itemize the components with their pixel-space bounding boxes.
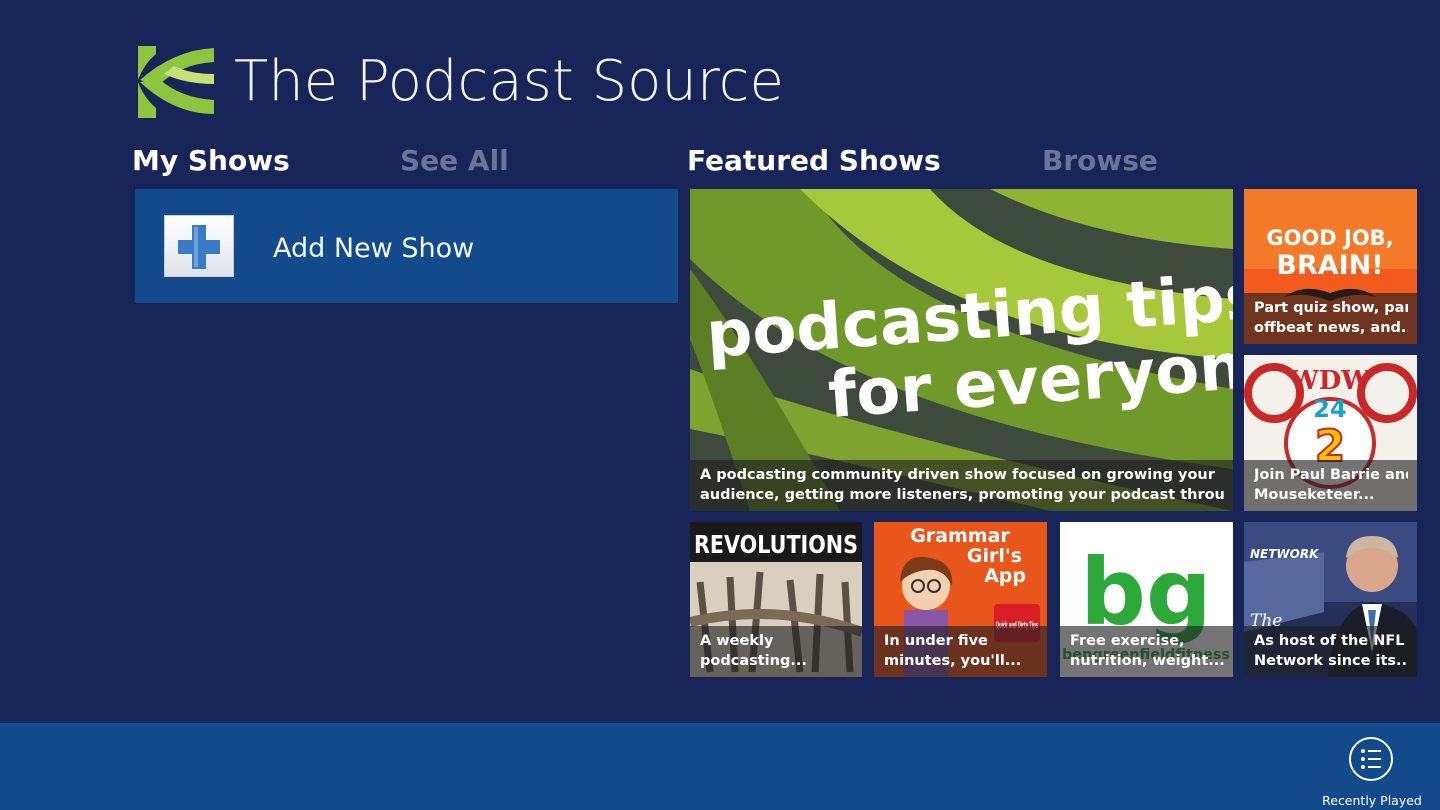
- podcast-source-logo-icon: [138, 46, 214, 118]
- tile-caption: As host of the NFL Network since its...: [1244, 626, 1417, 677]
- tile-caption: Part quiz show, part offbeat news, and..…: [1244, 293, 1417, 344]
- list-icon: [1349, 737, 1393, 781]
- tile-caption: A podcasting community driven show focus…: [690, 460, 1233, 511]
- caption-line-1: As host of the NFL: [1254, 633, 1405, 649]
- caption-line-1: In under five: [884, 633, 988, 649]
- caption-line-1: Part quiz show, part: [1254, 300, 1408, 316]
- plus-icon: [164, 215, 234, 277]
- featured-shows-header[interactable]: Featured Shows: [687, 142, 941, 180]
- caption-line-1: A weekly: [700, 633, 774, 649]
- caption-line-1: A podcasting community driven show focus…: [700, 467, 1215, 483]
- browse-link[interactable]: Browse: [1042, 142, 1158, 180]
- caption-line-2: minutes, you'll...: [884, 653, 1022, 669]
- grammar-girl-art-text-1: Grammar: [910, 525, 1010, 547]
- app-bar: Recently Played: [0, 721, 1440, 810]
- recently-played-button[interactable]: Recently Played: [1318, 735, 1426, 808]
- good-job-brain-art-text-1: GOOD JOB,: [1266, 226, 1393, 250]
- nfl-art-text-1: NETWORK: [1250, 547, 1320, 561]
- tile-caption: A weekly podcasting...: [690, 626, 862, 677]
- caption-line-2: Mouseketeer...: [1254, 487, 1375, 503]
- caption-line-1: Join Paul Barrie and: [1254, 467, 1408, 483]
- caption-line-2: Network since its...: [1254, 653, 1408, 669]
- see-all-link[interactable]: See All: [400, 142, 509, 180]
- featured-tile-good-job-brain[interactable]: GOOD JOB, BRAIN! Part quiz show, part of…: [1244, 189, 1417, 344]
- caption-line-2: podcasting...: [700, 653, 807, 669]
- revolutions-art-text: REVOLUTIONS: [694, 530, 858, 559]
- grammar-girl-art-text-2: Girl's: [967, 545, 1022, 567]
- my-shows-header[interactable]: My Shows: [132, 142, 290, 180]
- tile-caption: In under five minutes, you'll...: [874, 626, 1047, 677]
- caption-line-2: nutrition, weight...: [1070, 653, 1224, 669]
- featured-tile-podcasting-tips[interactable]: podcasting tips for everyone A podcastin…: [690, 189, 1233, 511]
- featured-tile-ben-greenfield[interactable]: bg bengreenfieldfitness Free exercise, n…: [1060, 522, 1233, 677]
- wdw-art-text-1: WDW: [1289, 366, 1372, 396]
- tile-caption: Free exercise, nutrition, weight...: [1060, 626, 1233, 677]
- featured-tile-wdw-radio[interactable]: WDW 24 2 Join Paul Barrie and Mouseketee…: [1244, 355, 1417, 511]
- add-new-show-label: Add New Show: [273, 233, 475, 264]
- wdw-art-text-2: 24: [1313, 395, 1346, 423]
- app-title: The Podcast Source: [234, 49, 784, 114]
- featured-tile-nfl-network[interactable]: NETWORK The As host of the NFL Network s…: [1244, 522, 1417, 677]
- recently-played-label: Recently Played: [1322, 793, 1422, 808]
- caption-line-2: offbeat news, and...: [1254, 320, 1408, 336]
- caption-line-1: Free exercise,: [1070, 633, 1185, 649]
- grammar-girl-art-text-3: App: [984, 565, 1026, 587]
- featured-tile-grammar-girl[interactable]: Grammar Girl's App Quick and Dirty Tips …: [874, 522, 1047, 677]
- add-new-show-button[interactable]: Add New Show: [135, 189, 678, 303]
- caption-line-2: audience, getting more listeners, promot…: [700, 487, 1224, 503]
- featured-tile-revolutions[interactable]: REVOLUTIONS A weekly podcasting...: [690, 522, 862, 677]
- good-job-brain-art-text-2: BRAIN!: [1276, 250, 1383, 281]
- tile-caption: Join Paul Barrie and Mouseketeer...: [1244, 460, 1417, 511]
